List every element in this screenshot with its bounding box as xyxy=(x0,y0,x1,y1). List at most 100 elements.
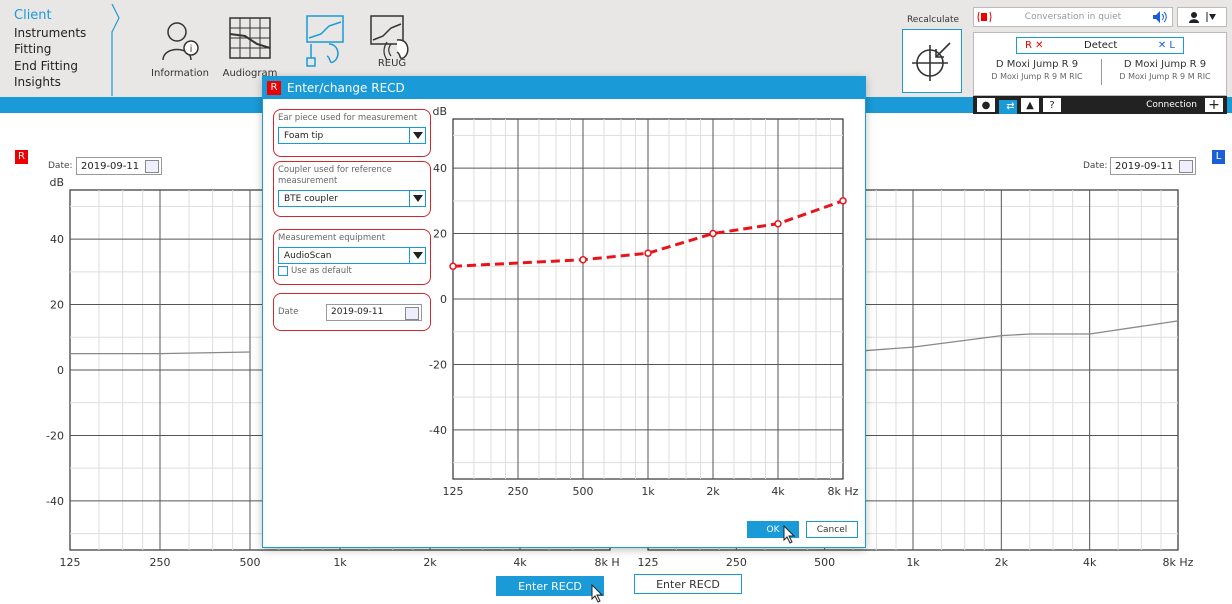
x-tick-label: 8k Hz xyxy=(828,485,859,498)
nav-insights[interactable]: Insights xyxy=(14,74,86,91)
recd-data-point xyxy=(579,255,587,264)
nav-chevron-icon xyxy=(111,3,120,96)
equipment-group: Measurement equipment AudioScan Use as d… xyxy=(273,229,431,285)
dialog-date-value: 2019-09-11 xyxy=(331,307,384,317)
coupler-label: Coupler used for reference measurement xyxy=(278,165,392,186)
app-window: Client Instruments Fitting End Fitting I… xyxy=(0,0,1232,604)
x-tick-label: 1k xyxy=(641,485,655,498)
recd-data-point xyxy=(644,249,652,257)
detect-button[interactable]: R ✕ Detect ✕ L xyxy=(1016,37,1184,54)
x-tick-label: 2k xyxy=(995,556,1009,569)
device-panel: R ✕ Detect ✕ L D Moxi Jump R 9 D Moxi Ju… xyxy=(973,32,1227,96)
y-tick-label: -20 xyxy=(429,358,447,371)
audiogram-icon xyxy=(229,17,271,59)
recd-icon xyxy=(306,15,344,67)
nav-instruments[interactable]: Instruments xyxy=(14,25,86,42)
x-tick-label: 2k xyxy=(706,485,720,498)
x-tick-label: 500 xyxy=(573,485,594,498)
device-left-name: D Moxi Jump R 9 xyxy=(1123,59,1207,70)
x-tick-label: 250 xyxy=(150,556,171,569)
use-as-default-label: Use as default xyxy=(291,266,352,276)
recd-chart: 40 20 0 -20 -40 125 250 500 1k 2k 4k 8k Hz dB xyxy=(429,105,859,498)
device-right[interactable]: D Moxi Jump R 9 D Moxi Jump R 9 M RIC xyxy=(974,59,1100,83)
cancel-button[interactable]: Cancel xyxy=(806,521,858,538)
equipment-select[interactable]: AudioScan xyxy=(278,247,426,264)
dialog-date-label: Date xyxy=(278,306,299,317)
user-icon xyxy=(1189,12,1199,23)
sync-status-button[interactable]: ⇄ xyxy=(999,99,1017,114)
y-tick-label: 0 xyxy=(440,293,447,306)
warning-button[interactable]: ▲ xyxy=(1021,98,1039,112)
nav-fitting[interactable]: Fitting xyxy=(14,41,86,58)
checkbox-box[interactable] xyxy=(278,266,288,276)
dialog-date-field[interactable]: 2019-09-11 xyxy=(326,303,422,321)
y-tick-label: 40 xyxy=(433,162,447,175)
enter-recd-right-button[interactable]: Enter RECD xyxy=(496,576,604,596)
recalculate-button[interactable] xyxy=(902,29,962,93)
device-left[interactable]: D Moxi Jump R 9 D Moxi Jump R 9 M RIC xyxy=(1102,59,1228,83)
x-tick-label: 1k xyxy=(906,556,920,569)
date-group: Date 2019-09-11 xyxy=(273,293,431,331)
dialog-ear-badge: R xyxy=(267,81,281,95)
coupler-select[interactable]: BTE coupler xyxy=(278,190,426,207)
program-name[interactable]: Conversation in quiet xyxy=(995,12,1151,22)
detect-left: ✕ L xyxy=(1157,40,1175,51)
equipment-value: AudioScan xyxy=(284,250,332,261)
x-tick-label: 250 xyxy=(508,485,529,498)
earpiece-select[interactable]: Foam tip xyxy=(278,127,426,144)
x-tick-label: 500 xyxy=(240,556,261,569)
detect-label: Detect xyxy=(1084,40,1118,51)
information-button[interactable]: i Information xyxy=(140,14,220,79)
y-tick-label: 20 xyxy=(433,228,447,241)
device-right-model: D Moxi Jump R 9 M RIC xyxy=(991,72,1083,81)
client-status-button[interactable]: ● xyxy=(977,98,995,112)
recd-data-point xyxy=(774,219,782,228)
device-left-model: D Moxi Jump R 9 M RIC xyxy=(1119,72,1211,81)
dialog-title-bar: R Enter/change RECD xyxy=(263,77,865,99)
mouse-cursor-icon xyxy=(591,584,604,603)
recd-button[interactable] xyxy=(280,14,360,68)
y-tick-label: -40 xyxy=(46,495,64,508)
x-tick-label: 8k Hz xyxy=(595,556,620,569)
enter-change-recd-dialog: R Enter/change RECD Ear piece used for m… xyxy=(262,76,866,548)
left-ear-badge: L xyxy=(1212,150,1225,164)
nav-client[interactable]: Client xyxy=(14,8,86,25)
recalculate-label: Recalculate xyxy=(906,15,960,25)
mute-right-icon[interactable] xyxy=(977,10,995,24)
y-tick-label: -40 xyxy=(429,424,447,437)
right-ear-badge: R xyxy=(15,150,28,164)
detect-right: R ✕ xyxy=(1025,40,1044,51)
workflow-nav: Client Instruments Fitting End Fitting I… xyxy=(14,8,86,91)
recd-data-point xyxy=(709,229,717,238)
use-as-default-checkbox[interactable]: Use as default xyxy=(278,266,426,276)
status-bar: ● ⇄ ▲ ? Connection + xyxy=(973,96,1227,114)
y-tick-label: 40 xyxy=(50,233,64,246)
enter-recd-left-button[interactable]: Enter RECD xyxy=(634,574,742,594)
speaker-icon[interactable] xyxy=(1151,10,1169,24)
connection-label[interactable]: Connection xyxy=(1065,100,1201,110)
recd-data-point xyxy=(839,197,847,205)
earpiece-value: Foam tip xyxy=(284,130,324,141)
program-bar: Conversation in quiet xyxy=(973,7,1173,27)
svg-text:i: i xyxy=(190,44,193,55)
x-tick-label: 125 xyxy=(443,485,464,498)
equipment-label: Measurement equipment xyxy=(278,233,386,243)
mouse-cursor-icon xyxy=(783,525,796,544)
device-right-name: D Moxi Jump R 9 xyxy=(995,59,1079,70)
person-info-icon: i xyxy=(162,22,199,61)
help-button[interactable]: ? xyxy=(1043,98,1061,112)
reug-button[interactable]: REUG xyxy=(352,14,432,69)
audiogram-button[interactable]: Audiogram xyxy=(210,14,290,79)
x-tick-label: 2k xyxy=(423,556,437,569)
recalculate-icon xyxy=(912,42,951,81)
nav-end-fitting[interactable]: End Fitting xyxy=(14,58,86,75)
x-tick-label: 1k xyxy=(333,556,347,569)
x-tick-label: 250 xyxy=(726,556,747,569)
user-menu[interactable] xyxy=(1177,7,1227,27)
y-tick-label: 0 xyxy=(57,364,64,377)
x-tick-label: 125 xyxy=(638,556,659,569)
reug-label: REUG xyxy=(377,58,407,69)
add-connection-button[interactable]: + xyxy=(1205,97,1223,113)
x-tick-label: 500 xyxy=(814,556,835,569)
x-tick-label: 8k Hz xyxy=(1163,556,1194,569)
